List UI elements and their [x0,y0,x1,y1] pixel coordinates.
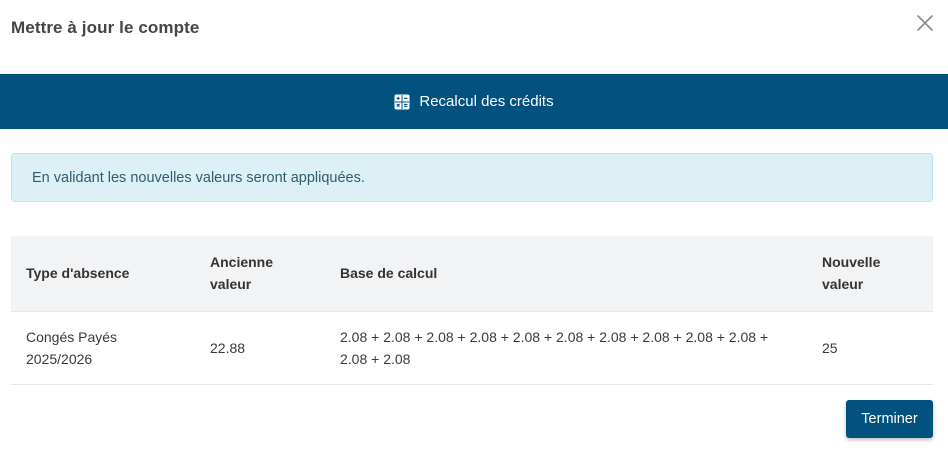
info-alert: En validant les nouvelles valeurs seront… [11,153,933,202]
cell-absence-type: Congés Payés 2025/2026 [11,310,195,385]
finish-button[interactable]: Terminer [846,400,933,438]
cell-calculation-base: 2.08 + 2.08 + 2.08 + 2.08 + 2.08 + 2.08 … [325,310,807,385]
cell-new-value: 25 [807,310,933,385]
header-calculation-base: Base de calcul [340,265,438,282]
modal-header: Mettre à jour le compte [0,0,948,74]
table-header-row: Type d'absence Ancienne valeur Base de c… [11,236,933,311]
info-alert-text: En validant les nouvelles valeurs seront… [32,169,365,186]
header-old-value: Ancienne valeur [210,254,274,293]
modal-title: Mettre à jour le compte [11,18,200,37]
cell-old-value: 22.88 [195,310,325,385]
recalculate-credits-label: Recalcul des crédits [419,93,554,110]
close-button[interactable] [914,12,936,34]
header-new-value: Nouvelle valeur [822,254,881,293]
credits-table: Type d'absence Ancienne valeur Base de c… [11,236,933,385]
header-absence-type: Type d'absence [26,265,130,282]
update-account-modal: Mettre à jour le compte Recalcul des cré… [0,0,948,455]
calculator-icon [394,94,410,109]
table-row: Congés Payés 2025/2026 22.88 2.08 + 2.08… [11,310,933,385]
close-icon [917,15,933,31]
recalculate-credits-button[interactable]: Recalcul des crédits [0,74,948,129]
